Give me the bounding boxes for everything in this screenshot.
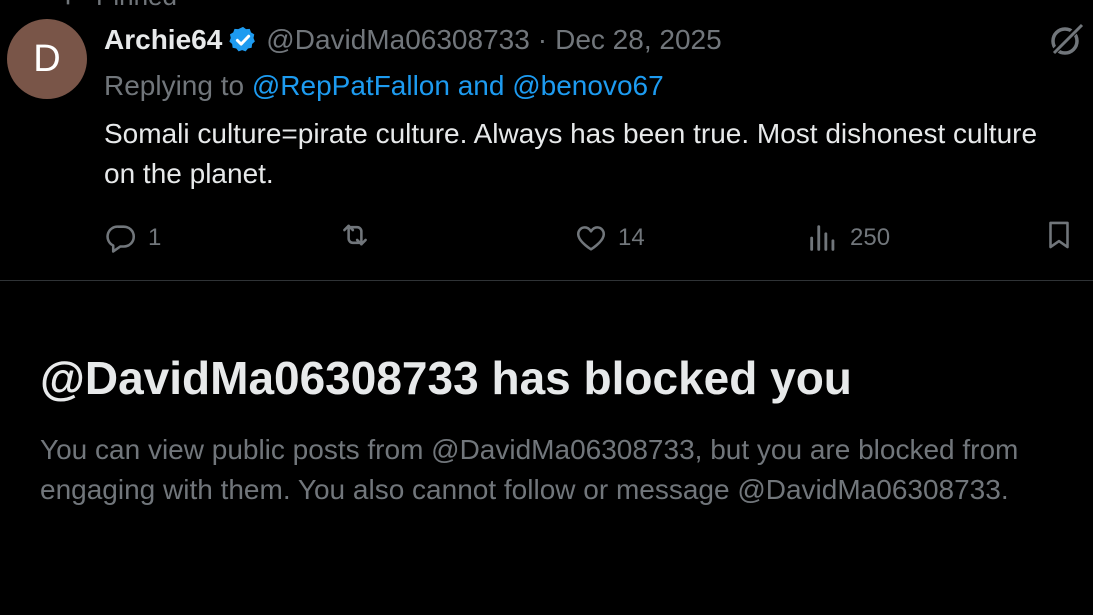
- reply-count: 1: [148, 224, 162, 251]
- user-handle[interactable]: @DavidMa06308733: [266, 22, 529, 58]
- views-button[interactable]: 250: [806, 218, 890, 258]
- reply-mention-and[interactable]: and: [458, 70, 505, 101]
- like-count: 14: [618, 224, 645, 251]
- blocked-title: @DavidMa06308733 has blocked you: [40, 352, 852, 404]
- like-button[interactable]: 14: [574, 218, 645, 258]
- bookmark-button[interactable]: [1042, 218, 1076, 252]
- tweet-date[interactable]: Dec 28, 2025: [555, 22, 722, 58]
- repost-button[interactable]: [338, 218, 382, 252]
- blocked-notice: @DavidMa06308733 has blocked you You can…: [40, 350, 1070, 510]
- display-name[interactable]: Archie64: [104, 22, 222, 58]
- reply-mention-rep-pat-fallon[interactable]: @RepPatFallon: [252, 70, 450, 101]
- tweet-header: Archie64 @DavidMa06308733 · Dec 28, 2025: [104, 22, 722, 58]
- verified-badge-icon[interactable]: [228, 25, 258, 55]
- heart-icon: [576, 226, 606, 251]
- views-icon: [810, 225, 835, 251]
- replying-to: Replying to @RepPatFallon and @benovo67: [104, 68, 664, 104]
- page: Pinned D Archie64 @DavidMa06308733 · Dec…: [0, 0, 1093, 615]
- blocked-description: You can view public posts from @DavidMa0…: [40, 434, 1019, 505]
- avatar[interactable]: D: [7, 19, 87, 99]
- grok-icon[interactable]: [1046, 20, 1086, 60]
- avatar-letter: D: [33, 37, 61, 80]
- views-count: 250: [850, 224, 891, 251]
- reply-mention-benovo67[interactable]: @benovo67: [512, 70, 663, 101]
- tweet[interactable]: D Archie64 @DavidMa06308733 · Dec 28, 20…: [0, 0, 1093, 281]
- tweet-actions: 1 14 250: [104, 218, 1076, 258]
- tweet-text: Somali culture=pirate culture. Always ha…: [104, 118, 1038, 189]
- repost-icon: [343, 224, 367, 246]
- reply-button[interactable]: 1: [104, 218, 161, 258]
- bookmark-icon: [1049, 221, 1069, 249]
- replying-to-label: Replying to: [104, 70, 245, 101]
- reply-icon: [106, 225, 136, 253]
- header-separator: ·: [537, 24, 548, 55]
